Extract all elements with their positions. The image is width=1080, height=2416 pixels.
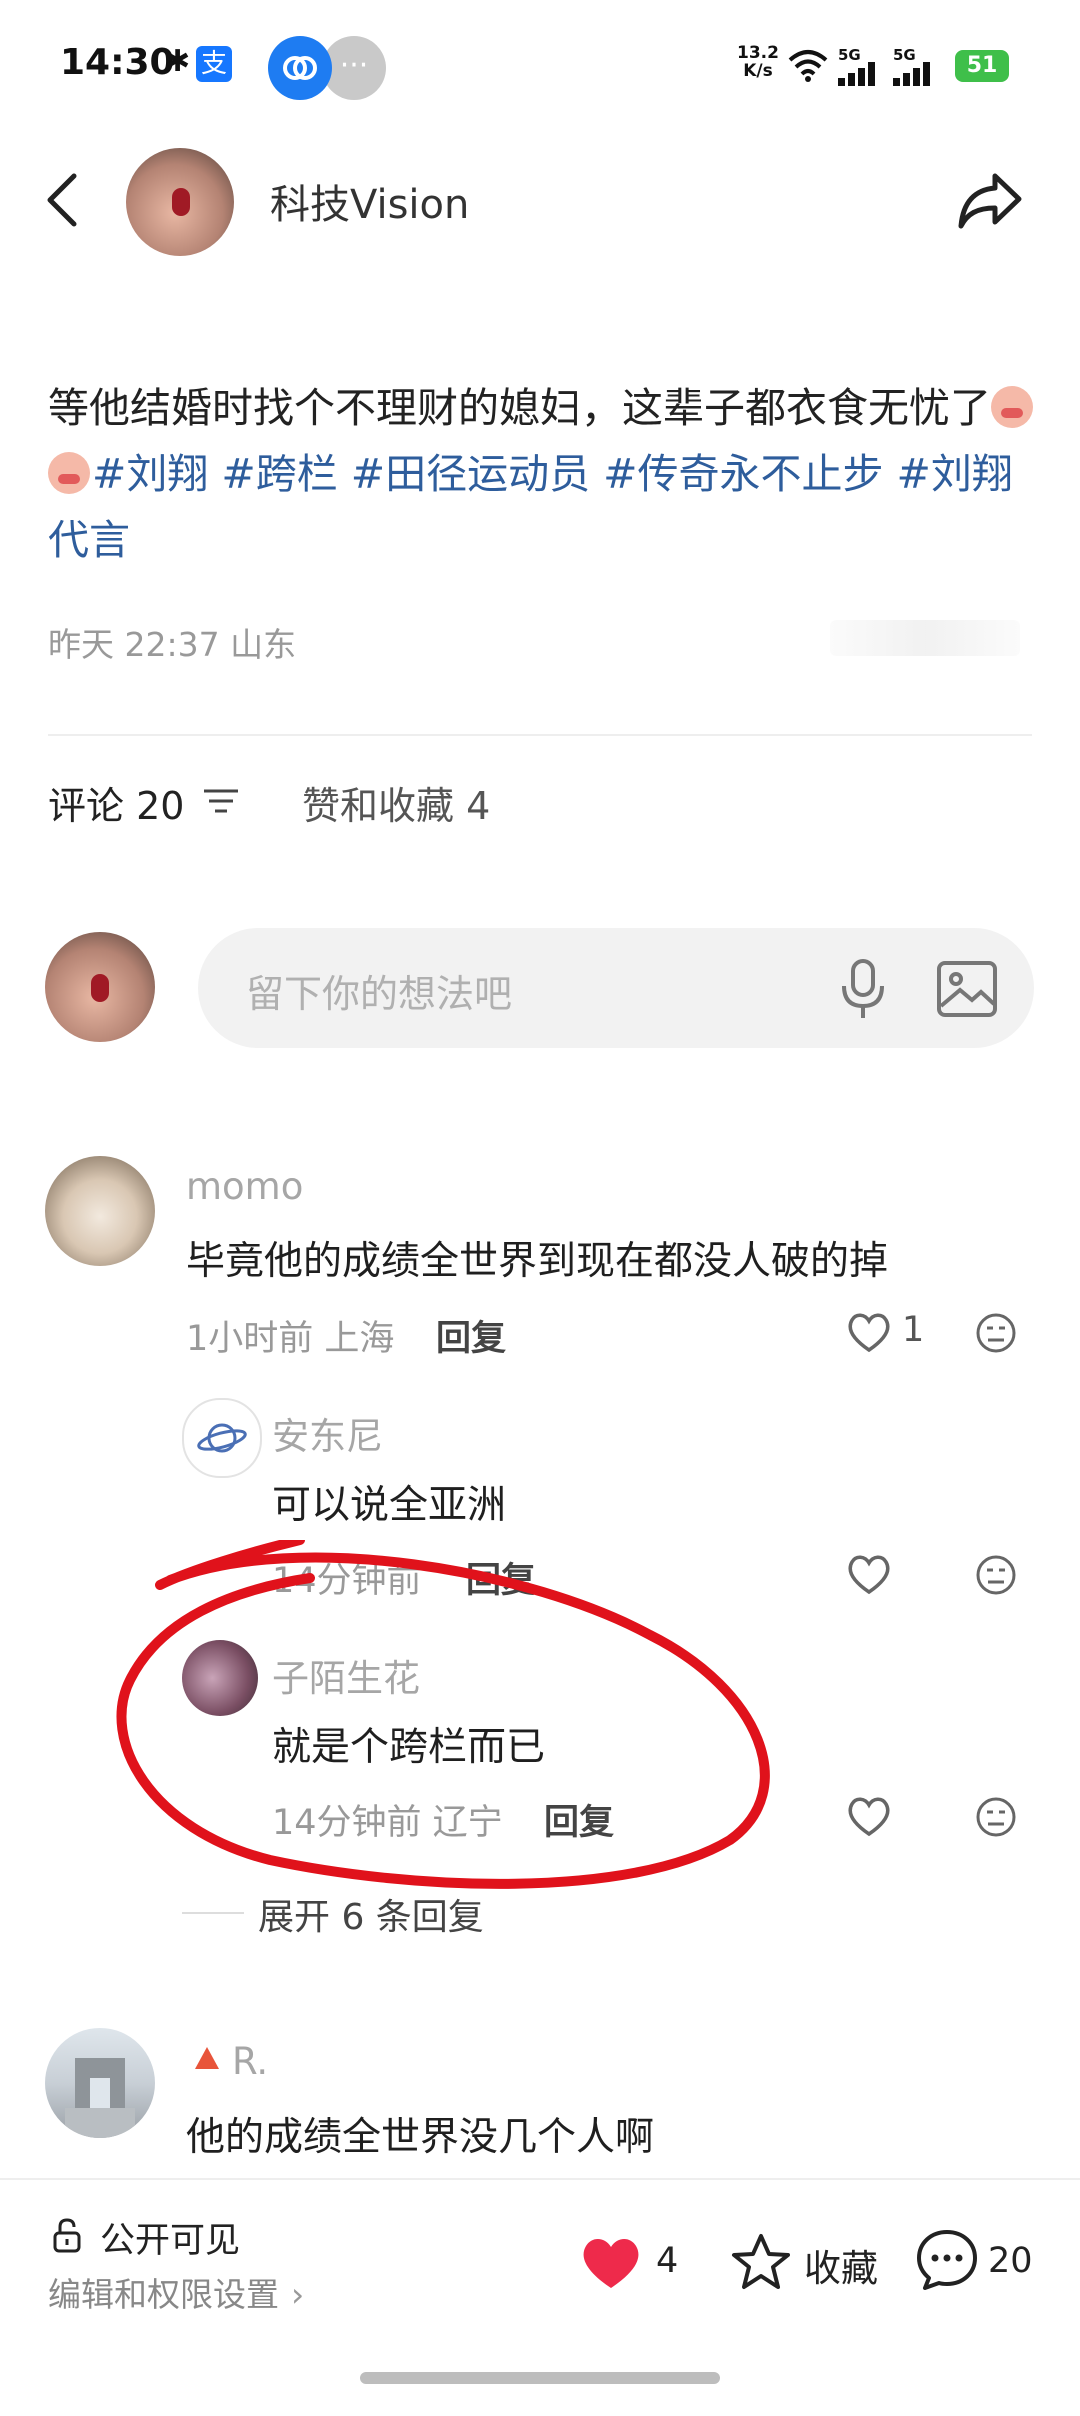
blurred-area xyxy=(830,620,1020,656)
commenter-name[interactable]: momo xyxy=(186,1165,303,1208)
like-heart-icon[interactable] xyxy=(846,1795,892,1837)
alipay-icon: 支 xyxy=(196,46,232,82)
like-count: 1 xyxy=(902,1310,925,1350)
comment-text: 他的成绩全世界没几个人啊 xyxy=(186,2115,655,2160)
commenter-avatar[interactable] xyxy=(182,1398,262,1478)
tab-comments[interactable]: 评论 20 xyxy=(48,775,184,830)
signal-icon-2: 5G xyxy=(893,48,939,90)
signal-icon: 5G xyxy=(838,48,884,90)
chevron-right-icon: › xyxy=(291,2275,305,2314)
commenter-name[interactable]: 安东尼 xyxy=(272,1406,383,1460)
my-avatar xyxy=(45,932,155,1042)
comment-text: 可以说全亚洲 xyxy=(272,1483,507,1528)
permission-settings-link[interactable]: 编辑和权限设置 › xyxy=(48,2268,304,2316)
comment-input-placeholder[interactable]: 留下你的想法吧 xyxy=(246,963,512,1018)
collect-button[interactable]: 收藏 xyxy=(804,2238,878,2292)
sort-icon[interactable] xyxy=(204,788,238,814)
net-speed-unit: K/s xyxy=(743,61,773,81)
tab-likes-favorites[interactable]: 赞和收藏 4 xyxy=(302,775,490,830)
back-arrow-icon[interactable] xyxy=(42,170,82,230)
like-heart-filled-icon[interactable] xyxy=(578,2232,644,2292)
net-speed: 13.2 K/s xyxy=(737,44,779,80)
post-text: 等他结婚时找个不理财的媳妇，这辈子都衣食无忧了 #刘翔 #跨栏 #田径运动员 #传… xyxy=(48,375,1038,573)
post-tags[interactable]: #刘翔 #跨栏 #田径运动员 #传奇永不止步 #刘翔代言 xyxy=(48,450,1013,564)
commenter-avatar[interactable] xyxy=(45,2028,155,2138)
red-annotation-circle xyxy=(116,1540,770,1889)
star-icon[interactable] xyxy=(730,2232,792,2292)
post-comment-count: 20 xyxy=(988,2241,1033,2281)
warning-triangle-icon xyxy=(195,2047,219,2069)
emoji-icon xyxy=(48,452,90,494)
like-heart-icon[interactable] xyxy=(846,1311,892,1353)
author-name[interactable]: 科技Vision xyxy=(270,172,469,230)
dislike-face-icon[interactable] xyxy=(975,1312,1017,1354)
visibility-label[interactable]: 公开可见 xyxy=(100,2212,240,2263)
status-time: 14:30 xyxy=(60,42,175,83)
commenter-name[interactable]: R. xyxy=(232,2040,268,2083)
emoji-icon xyxy=(991,386,1033,428)
expand-replies-button[interactable]: 展开 6 条回复 xyxy=(258,1888,484,1940)
microphone-icon[interactable] xyxy=(838,958,888,1020)
link-chip-icon[interactable] xyxy=(268,36,332,100)
like-heart-icon[interactable] xyxy=(846,1553,892,1595)
home-indicator[interactable] xyxy=(360,2372,720,2384)
post-like-count: 4 xyxy=(656,2241,679,2281)
comment-meta: 1小时前 上海 xyxy=(186,1319,395,1359)
lock-icon xyxy=(53,2218,81,2253)
reply-button[interactable]: 回复 xyxy=(436,1310,506,1361)
post-body: 等他结婚时找个不理财的媳妇，这辈子都衣食无忧了 xyxy=(48,384,991,432)
comment-bubble-icon[interactable] xyxy=(915,2228,979,2292)
divider xyxy=(48,734,1032,736)
bluetooth-icon: ✱ xyxy=(165,44,191,79)
battery-indicator: 51 xyxy=(955,50,1009,82)
permission-settings-label: 编辑和权限设置 xyxy=(48,2275,279,2314)
status-bar: 14:30 ✱ 支 ··· 13.2 K/s 5G 5G 51 xyxy=(0,0,1080,135)
expand-divider xyxy=(182,1912,244,1914)
dislike-face-icon[interactable] xyxy=(975,1796,1017,1838)
share-icon[interactable] xyxy=(955,166,1025,236)
comment-text: 毕竟他的成绩全世界到现在都没人破的掉 xyxy=(186,1239,889,1284)
image-icon[interactable] xyxy=(936,960,998,1018)
wifi-icon xyxy=(788,50,828,82)
author-avatar[interactable] xyxy=(126,148,234,256)
dislike-face-icon[interactable] xyxy=(975,1554,1017,1596)
post-time-location: 昨天 22:37 山东 xyxy=(48,625,297,664)
commenter-avatar[interactable] xyxy=(45,1156,155,1266)
net-speed-value: 13.2 xyxy=(737,43,779,63)
